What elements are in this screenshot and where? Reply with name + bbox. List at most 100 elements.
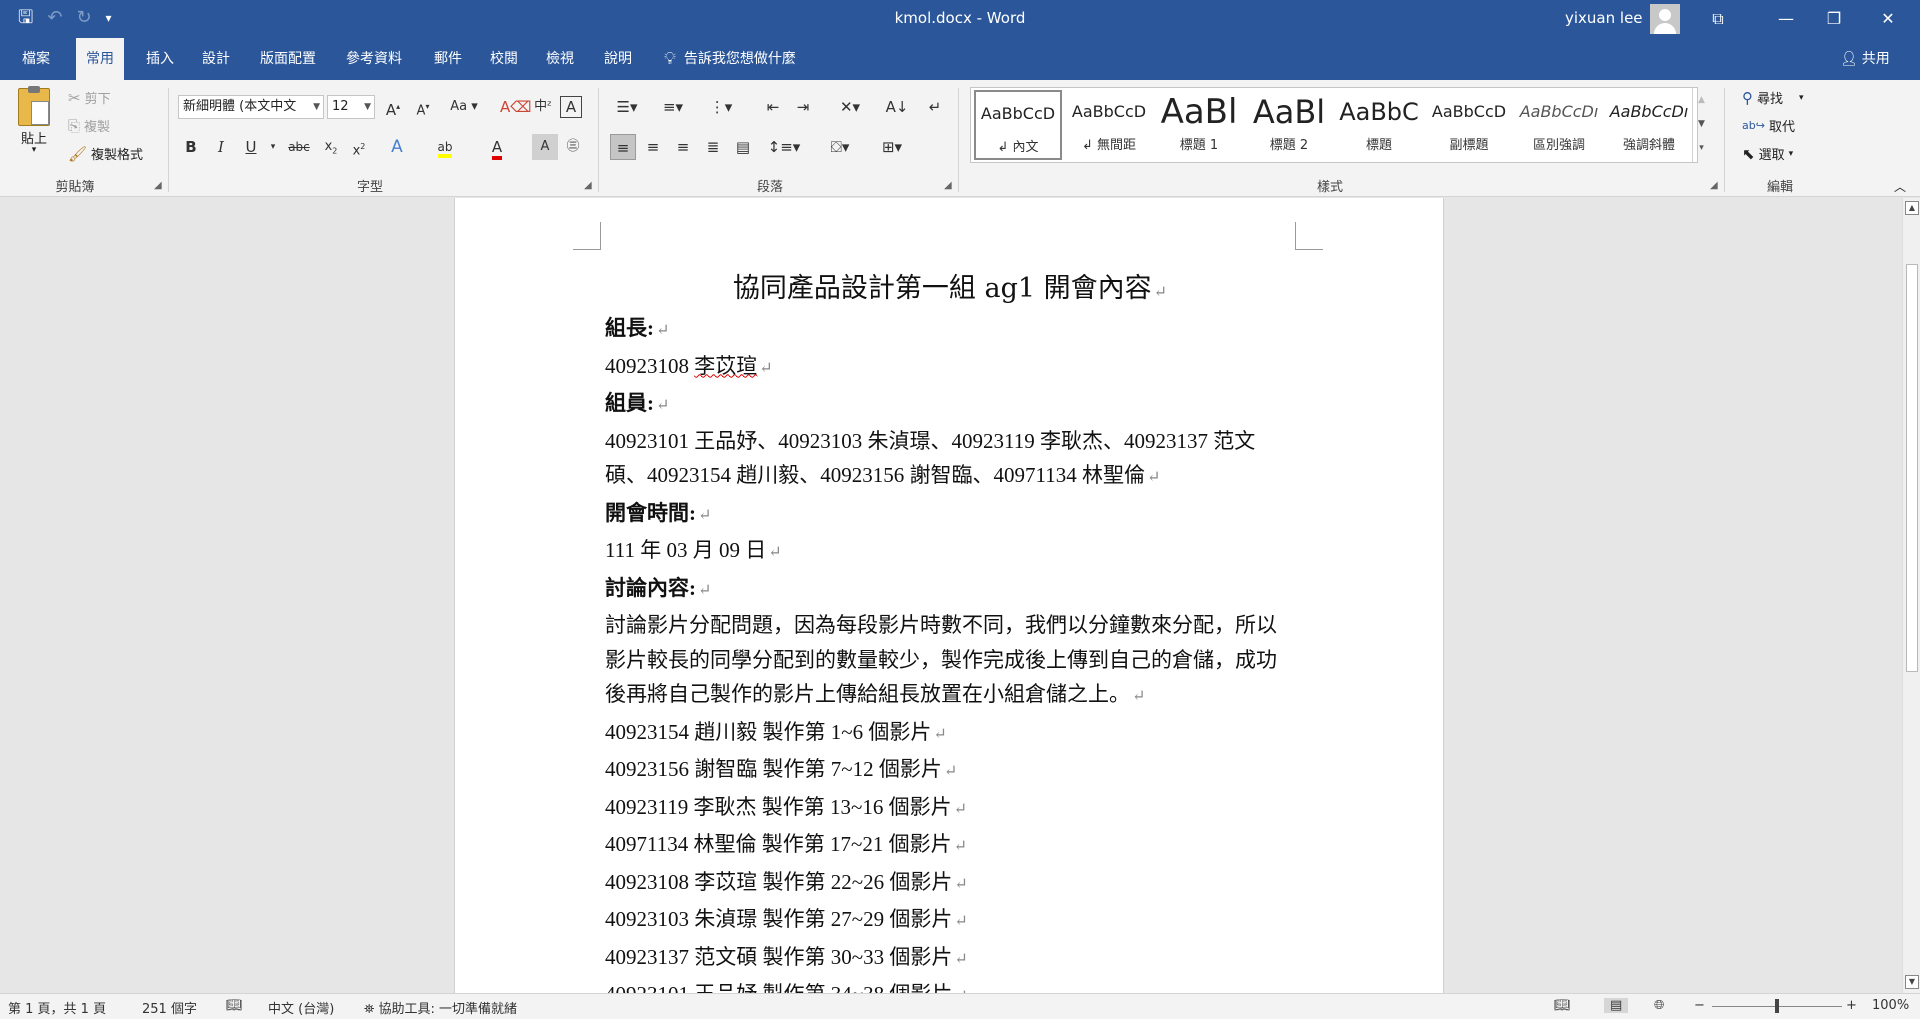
- read-mode-icon[interactable]: 📖︎: [1554, 998, 1571, 1013]
- style-emphasis[interactable]: AaBbCcDı 強調斜體: [1605, 90, 1693, 160]
- zoom-slider-thumb[interactable]: [1775, 999, 1779, 1013]
- scroll-up-icon[interactable]: ▲: [1905, 201, 1919, 215]
- change-case-icon[interactable]: Aa ▾: [446, 94, 482, 120]
- clear-formatting-icon[interactable]: A⌫: [500, 94, 531, 120]
- style-heading-2[interactable]: AaBl 標題 2: [1245, 90, 1333, 160]
- bold-icon[interactable]: B: [178, 134, 204, 160]
- vertical-scrollbar[interactable]: ▲ ▼: [1902, 198, 1920, 993]
- format-painter-button[interactable]: 🖌︎ 複製格式: [68, 144, 144, 164]
- justify-icon[interactable]: ≣: [700, 134, 726, 160]
- word-count[interactable]: 251 個字: [142, 998, 197, 1017]
- avatar[interactable]: [1650, 4, 1680, 34]
- tab-design[interactable]: 設計: [192, 38, 240, 80]
- character-border-icon[interactable]: A: [560, 96, 582, 118]
- tab-file[interactable]: 檔案: [12, 38, 60, 80]
- user-name[interactable]: yixuan lee: [1565, 9, 1643, 27]
- format-painter-label: 複製格式: [91, 148, 144, 163]
- italic-icon[interactable]: I: [208, 134, 234, 160]
- tab-home[interactable]: 常用: [76, 38, 124, 80]
- grow-font-icon[interactable]: A▴: [380, 94, 406, 120]
- shrink-font-icon[interactable]: A▾: [410, 94, 436, 120]
- dialog-launcher-icon[interactable]: ◢: [584, 180, 592, 191]
- bullets-icon[interactable]: ☰▾: [610, 94, 644, 120]
- decrease-indent-icon[interactable]: ⇤: [760, 94, 786, 120]
- style-no-spacing[interactable]: AaBbCcD ↲ 無間距: [1065, 90, 1153, 160]
- web-layout-icon[interactable]: 🌐︎: [1654, 998, 1664, 1013]
- style-heading-1[interactable]: AaBl 標題 1: [1155, 90, 1243, 160]
- tell-me-search[interactable]: 💡︎ 告訴我您想做什麼: [664, 38, 796, 80]
- document-page[interactable]: 協同產品設計第一組 ag1 開會內容 ↵ 組長: ↵ 40923108 李苡瑄 ↵ 組…: [454, 198, 1444, 993]
- dialog-launcher-icon[interactable]: ◢: [1710, 180, 1718, 191]
- restore-button[interactable]: ❐: [1820, 6, 1848, 32]
- cut-button[interactable]: ✂ 剪下: [68, 88, 111, 108]
- style-title[interactable]: AaBbC 標題: [1335, 90, 1423, 160]
- copy-icon: ⎘: [68, 116, 81, 135]
- find-button[interactable]: ⚲ 尋找 ▾: [1742, 88, 1804, 108]
- more-styles-icon[interactable]: ▾: [1693, 136, 1710, 160]
- page-count[interactable]: 第 1 頁，共 1 頁: [8, 998, 106, 1017]
- line-spacing-icon[interactable]: ↕≡▾: [766, 134, 802, 160]
- zoom-out-button[interactable]: −: [1694, 998, 1705, 1013]
- style-subtitle[interactable]: AaBbCcD 副標題: [1425, 90, 1513, 160]
- font-group-label: 字型: [356, 180, 383, 195]
- align-left-icon[interactable]: ≡: [610, 134, 636, 160]
- increase-indent-icon[interactable]: ⇥: [790, 94, 816, 120]
- font-name-combo[interactable]: 新細明體 (本文中文 ▼: [178, 95, 324, 119]
- document-body[interactable]: 組長: ↵ 40923108 李苡瑄 ↵ 組員: ↵ 40923101 王品妤、409…: [605, 311, 1295, 993]
- align-right-icon[interactable]: ≡: [670, 134, 696, 160]
- strikethrough-icon[interactable]: abc: [286, 134, 312, 160]
- align-center-icon[interactable]: ≡: [640, 134, 666, 160]
- tab-help[interactable]: 說明: [594, 38, 642, 80]
- copy-button[interactable]: ⎘ 複製: [68, 116, 110, 136]
- proofing-icon[interactable]: 📖︎: [226, 998, 243, 1013]
- highlight-color-icon[interactable]: ab: [432, 134, 458, 160]
- distributed-icon[interactable]: ▤: [730, 134, 756, 160]
- tab-review[interactable]: 校閱: [480, 38, 528, 80]
- chevron-down-icon[interactable]: ▼: [1693, 112, 1710, 136]
- numbering-icon[interactable]: ≡▾: [656, 94, 690, 120]
- subscript-icon[interactable]: x2: [318, 134, 344, 160]
- character-shading-icon[interactable]: A: [532, 134, 558, 160]
- zoom-level[interactable]: 100%: [1872, 998, 1909, 1013]
- font-color-icon[interactable]: A: [484, 134, 510, 160]
- tab-layout[interactable]: 版面配置: [250, 38, 326, 80]
- show-paragraph-marks-icon[interactable]: ↵: [922, 94, 948, 120]
- tab-insert[interactable]: 插入: [136, 38, 184, 80]
- select-button[interactable]: ⬉ 選取 ▾: [1742, 144, 1793, 164]
- language[interactable]: 中文 (台灣): [268, 998, 334, 1017]
- share-button[interactable]: 👤︎ 共用: [1840, 38, 1890, 80]
- paste-button[interactable]: 貼上 ▾: [18, 86, 50, 155]
- styles-gallery-scroll[interactable]: ▲ ▼ ▾: [1692, 88, 1710, 162]
- text-direction-icon[interactable]: ✕▾: [830, 94, 870, 120]
- phonetic-guide-icon[interactable]: 中ᶻ: [530, 94, 556, 120]
- tab-view[interactable]: 檢視: [536, 38, 584, 80]
- chevron-down-icon[interactable]: ▾: [260, 134, 286, 160]
- sort-icon[interactable]: A↓: [884, 94, 910, 120]
- close-button[interactable]: ✕: [1874, 6, 1902, 32]
- dialog-launcher-icon[interactable]: ◢: [944, 180, 952, 191]
- zoom-in-button[interactable]: +: [1846, 998, 1857, 1013]
- style-normal[interactable]: AaBbCcD ↲ 內文: [974, 90, 1062, 160]
- borders-icon[interactable]: ⊞▾: [874, 134, 910, 160]
- minimize-button[interactable]: —: [1772, 6, 1800, 32]
- scroll-down-icon[interactable]: ▼: [1905, 975, 1919, 989]
- font-size-combo[interactable]: 12 ▼: [327, 95, 375, 119]
- scrollbar-thumb[interactable]: [1906, 264, 1918, 672]
- lightbulb-icon: 💡︎: [664, 49, 676, 69]
- tab-references[interactable]: 參考資料: [336, 38, 412, 80]
- ribbon-display-options-button[interactable]: ⧉: [1704, 6, 1732, 32]
- replace-button[interactable]: ab↪ 取代: [1742, 116, 1795, 135]
- tab-mailings[interactable]: 郵件: [424, 38, 472, 80]
- shading-icon[interactable]: ⛋▾: [822, 134, 858, 160]
- superscript-icon[interactable]: x2: [346, 134, 372, 160]
- collapse-ribbon-icon[interactable]: ︿: [1894, 178, 1906, 195]
- multilevel-list-icon[interactable]: ⋮▾: [704, 94, 738, 120]
- text-effects-icon[interactable]: A: [384, 134, 410, 160]
- crop-mark: [573, 222, 601, 250]
- chevron-up-icon[interactable]: ▲: [1693, 88, 1710, 112]
- dialog-launcher-icon[interactable]: ◢: [154, 180, 162, 191]
- style-subtle-emphasis[interactable]: AaBbCcDı 區別強調: [1515, 90, 1603, 160]
- accessibility-status[interactable]: ⛯ 協助工具: 一切準備就緒: [364, 998, 517, 1017]
- print-layout-icon[interactable]: ▤: [1604, 998, 1629, 1013]
- enclose-characters-icon[interactable]: ㊂: [560, 134, 586, 160]
